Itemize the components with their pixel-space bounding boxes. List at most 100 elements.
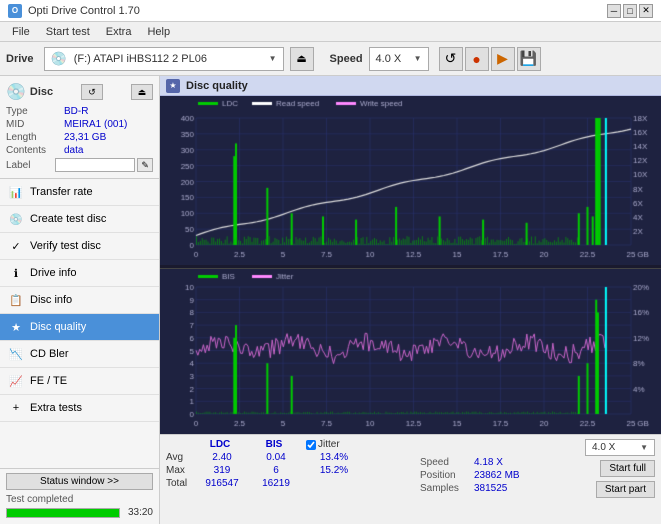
avg-speed: 4.18 X — [474, 457, 503, 468]
eject-button[interactable]: ⏏ — [290, 47, 314, 71]
menubar: File Start test Extra Help — [0, 22, 661, 42]
nav-items: 📊 Transfer rate 💿 Create test disc ✓ Ver… — [0, 179, 159, 468]
disc-contents-field: Contents data — [6, 145, 153, 156]
status-bar: Status window >> Test completed 33:20 — [0, 468, 159, 524]
disc-quality-panel-icon: ★ — [166, 79, 180, 93]
menu-extra[interactable]: Extra — [98, 24, 140, 40]
disc-section: 💿 Disc ↺ ⏏ Type BD-R MID MEIRA1 (001) Le… — [0, 76, 159, 179]
avg-bis: 0.04 — [250, 452, 302, 463]
samples-key: Samples — [420, 483, 470, 494]
disc-quality-icon: ★ — [8, 319, 24, 335]
disc-label-row: Label ✎ — [6, 158, 153, 172]
progress-row: 33:20 — [6, 507, 153, 518]
menu-file[interactable]: File — [4, 24, 38, 40]
maximize-button[interactable]: □ — [623, 4, 637, 18]
jitter-label: Jitter — [318, 439, 340, 450]
titlebar-left: O Opti Drive Control 1.70 — [8, 4, 140, 18]
create-test-disc-icon: 💿 — [8, 211, 24, 227]
sidebar-item-drive-info[interactable]: ℹ Drive info — [0, 260, 159, 287]
sidebar-item-label: Verify test disc — [30, 240, 101, 252]
disc-label-input[interactable] — [55, 158, 135, 172]
start-part-button[interactable]: Start part — [596, 481, 655, 498]
toolbar-btn-3[interactable]: ▶ — [491, 47, 515, 71]
status-window-button[interactable]: Status window >> — [6, 473, 153, 490]
position-value: 23862 MB — [474, 470, 520, 481]
extra-tests-icon: + — [8, 400, 24, 416]
speed-avg-row: Speed 4.18 X — [420, 457, 550, 468]
disc-eject-button[interactable]: ⏏ — [131, 84, 153, 100]
sidebar-item-label: Drive info — [30, 267, 76, 279]
status-time: 33:20 — [128, 507, 153, 518]
total-ldc: 916547 — [196, 478, 248, 489]
speed-select[interactable]: 4.0 X ▼ — [369, 47, 429, 71]
disc-mid-label: MID — [6, 119, 64, 130]
toolbar-btn-2[interactable]: ● — [465, 47, 489, 71]
start-full-button[interactable]: Start full — [600, 460, 655, 477]
drive-select-text: (F:) ATAPI iHBS112 2 PL06 — [74, 53, 265, 65]
sidebar-item-disc-quality[interactable]: ★ Disc quality — [0, 314, 159, 341]
disc-length-value: 23,31 GB — [64, 132, 106, 143]
disc-type-label: Type — [6, 106, 64, 117]
stats-max-row: Max 319 6 15.2% — [166, 465, 406, 476]
drivebar: Drive 💿 (F:) ATAPI iHBS112 2 PL06 ▼ ⏏ Sp… — [0, 42, 661, 76]
progress-bar — [6, 508, 120, 518]
menu-start-test[interactable]: Start test — [38, 24, 98, 40]
minimize-button[interactable]: ─ — [607, 4, 621, 18]
avg-jitter: 13.4% — [304, 452, 364, 463]
speed-avg-key: Speed — [420, 457, 470, 468]
ldc-chart-canvas — [160, 96, 661, 265]
max-label: Max — [166, 465, 194, 476]
disc-contents-value: data — [64, 145, 83, 156]
sidebar-item-disc-info[interactable]: 📋 Disc info — [0, 287, 159, 314]
disc-label-edit-button[interactable]: ✎ — [137, 158, 153, 172]
disc-mid-value: MEIRA1 (001) — [64, 119, 127, 130]
disc-contents-label: Contents — [6, 145, 64, 156]
sidebar-item-cd-bler[interactable]: 📉 CD Bler — [0, 341, 159, 368]
drive-info-icon: ℹ — [8, 265, 24, 281]
sidebar-item-label: Disc quality — [30, 321, 86, 333]
toolbar-icons: ↺ ● ▶ 💾 — [439, 47, 541, 71]
charts-area — [160, 96, 661, 434]
disc-quality-header: ★ Disc quality — [160, 76, 661, 96]
samples-value: 381525 — [474, 483, 507, 494]
close-button[interactable]: ✕ — [639, 4, 653, 18]
window-controls: ─ □ ✕ — [607, 4, 653, 18]
status-row: Test completed — [6, 494, 153, 505]
max-jitter: 15.2% — [304, 465, 364, 476]
main-layout: 💿 Disc ↺ ⏏ Type BD-R MID MEIRA1 (001) Le… — [0, 76, 661, 524]
disc-length-label: Length — [6, 132, 64, 143]
total-bis: 16219 — [250, 478, 302, 489]
cd-bler-icon: 📉 — [8, 346, 24, 362]
jitter-checkbox[interactable] — [306, 440, 316, 450]
titlebar: O Opti Drive Control 1.70 ─ □ ✕ — [0, 0, 661, 22]
sidebar: 💿 Disc ↺ ⏏ Type BD-R MID MEIRA1 (001) Le… — [0, 76, 160, 524]
sidebar-item-verify-test-disc[interactable]: ✓ Verify test disc — [0, 233, 159, 260]
drive-select[interactable]: 💿 (F:) ATAPI iHBS112 2 PL06 ▼ — [44, 47, 284, 71]
toolbar-btn-1[interactable]: ↺ — [439, 47, 463, 71]
disc-refresh-button[interactable]: ↺ — [81, 84, 103, 100]
stats-bar: LDC BIS Jitter Avg 2.40 0.04 13.4% — [160, 434, 661, 524]
avg-ldc: 2.40 — [196, 452, 248, 463]
disc-header: 💿 Disc ↺ ⏏ — [6, 82, 153, 102]
max-bis: 6 — [250, 465, 302, 476]
position-key: Position — [420, 470, 470, 481]
sidebar-item-label: Extra tests — [30, 402, 82, 414]
chart-top — [160, 96, 661, 269]
toolbar-btn-save[interactable]: 💾 — [517, 47, 541, 71]
stats-total-row: Total 916547 16219 — [166, 478, 406, 489]
menu-help[interactable]: Help — [139, 24, 178, 40]
test-speed-value: 4.0 X — [592, 442, 640, 453]
drive-label: Drive — [6, 53, 34, 65]
sidebar-item-extra-tests[interactable]: + Extra tests — [0, 395, 159, 422]
total-label: Total — [166, 478, 194, 489]
sidebar-item-create-test-disc[interactable]: 💿 Create test disc — [0, 206, 159, 233]
disc-quality-title: Disc quality — [186, 80, 248, 92]
app-icon: O — [8, 4, 22, 18]
test-speed-select[interactable]: 4.0 X ▼ — [585, 439, 655, 456]
speed-label: Speed — [330, 53, 363, 65]
sidebar-item-transfer-rate[interactable]: 📊 Transfer rate — [0, 179, 159, 206]
disc-info-icon: 📋 — [8, 292, 24, 308]
sidebar-item-fe-te[interactable]: 📈 FE / TE — [0, 368, 159, 395]
disc-mid-field: MID MEIRA1 (001) — [6, 119, 153, 130]
speed-value: 4.0 X — [376, 53, 412, 65]
